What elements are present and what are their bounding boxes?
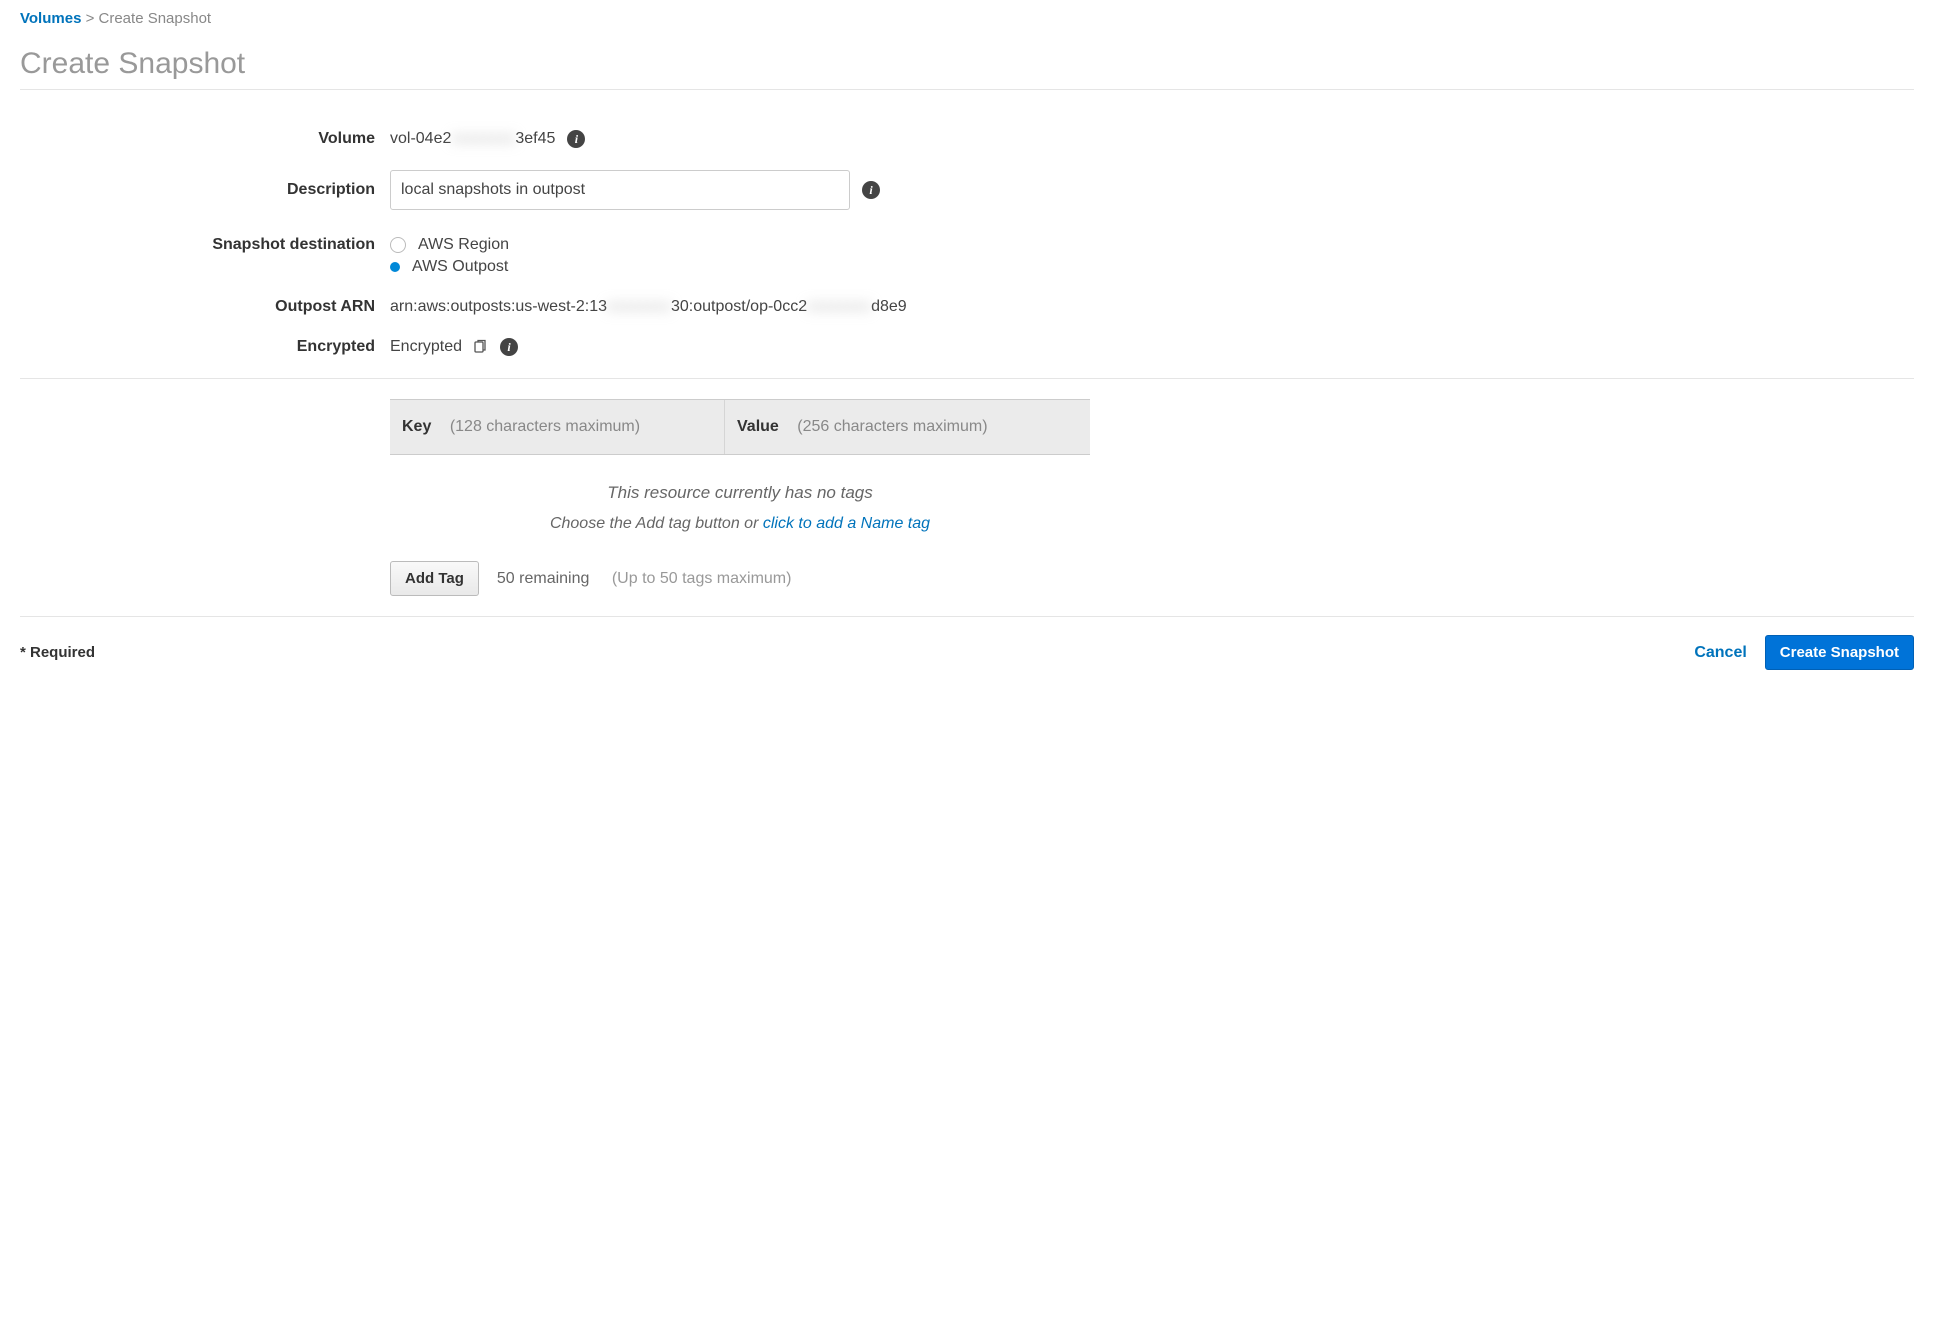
footer-actions: Cancel Create Snapshot	[1694, 635, 1914, 670]
label-volume: Volume	[20, 130, 390, 148]
tags-key-hint: (128 characters maximum)	[450, 418, 640, 435]
breadcrumb: Volumes > Create Snapshot	[20, 10, 1914, 27]
volume-id-prefix: vol-04e2	[390, 130, 451, 148]
radio-label-region: AWS Region	[418, 236, 509, 254]
radio-checked-icon	[390, 262, 400, 272]
create-snapshot-button[interactable]: Create Snapshot	[1765, 635, 1914, 670]
page-title: Create Snapshot	[20, 47, 1914, 90]
description-input[interactable]	[390, 170, 850, 210]
radio-unchecked-icon	[390, 237, 406, 253]
tags-prompt-prefix: Choose the Add tag button or	[550, 515, 763, 532]
add-tag-button[interactable]: Add Tag	[390, 561, 479, 596]
tags-area: Key (128 characters maximum) Value (256 …	[390, 399, 1090, 596]
outpost-arn-mid: 30:outpost/op-0cc2	[671, 298, 807, 316]
info-icon[interactable]: i	[500, 338, 518, 356]
label-outpost-arn: Outpost ARN	[20, 298, 390, 316]
outpost-arn-prefix: arn:aws:outposts:us-west-2:13	[390, 298, 607, 316]
outpost-arn-hidden-2: xxxxxxxx	[807, 298, 871, 316]
cancel-button[interactable]: Cancel	[1694, 644, 1746, 662]
volume-id-suffix: 3ef45	[515, 130, 555, 148]
row-description: Description i	[20, 170, 1914, 210]
info-icon[interactable]: i	[567, 130, 585, 148]
tags-value-label: Value	[737, 418, 779, 435]
row-snapshot-destination: Snapshot destination AWS Region AWS Outp…	[20, 232, 1914, 276]
tags-prompt: Choose the Add tag button or click to ad…	[390, 515, 1090, 533]
tags-key-column-header: Key (128 characters maximum)	[390, 400, 725, 454]
section-divider	[20, 378, 1914, 379]
radio-option-outpost[interactable]: AWS Outpost	[390, 258, 509, 276]
copy-icon[interactable]	[472, 339, 488, 355]
outpost-arn-suffix: d8e9	[871, 298, 907, 316]
row-outpost-arn: Outpost ARN arn:aws:outposts:us-west-2:1…	[20, 298, 1914, 316]
add-name-tag-link[interactable]: click to add a Name tag	[763, 515, 930, 532]
row-encrypted: Encrypted Encrypted i	[20, 338, 1914, 356]
tags-empty-message: This resource currently has no tags	[390, 483, 1090, 503]
outpost-arn-hidden-1: xxxxxxxx	[607, 298, 671, 316]
encrypted-value: Encrypted	[390, 338, 462, 356]
label-snapshot-destination: Snapshot destination	[20, 232, 390, 254]
tags-key-label: Key	[402, 418, 431, 435]
info-icon[interactable]: i	[862, 181, 880, 199]
tags-value-hint: (256 characters maximum)	[797, 418, 987, 435]
tags-header: Key (128 characters maximum) Value (256 …	[390, 399, 1090, 455]
radio-group-destination: AWS Region AWS Outpost	[390, 232, 509, 276]
label-description: Description	[20, 181, 390, 199]
footer: * Required Cancel Create Snapshot	[20, 616, 1914, 670]
tags-max-hint: (Up to 50 tags maximum)	[612, 570, 792, 587]
breadcrumb-separator: >	[86, 10, 95, 27]
radio-label-outpost: AWS Outpost	[412, 258, 508, 276]
tags-value-column-header: Value (256 characters maximum)	[725, 400, 1090, 454]
breadcrumb-parent-link[interactable]: Volumes	[20, 10, 81, 27]
label-encrypted: Encrypted	[20, 338, 390, 356]
row-volume: Volume vol-04e2xxxxxxxx3ef45 i	[20, 130, 1914, 148]
volume-id-hidden: xxxxxxxx	[451, 130, 515, 148]
breadcrumb-current: Create Snapshot	[99, 10, 212, 27]
tag-actions: Add Tag 50 remaining (Up to 50 tags maxi…	[390, 561, 1090, 596]
tags-remaining-hint: 50 remaining (Up to 50 tags maximum)	[497, 570, 792, 588]
tags-remaining: 50 remaining	[497, 570, 590, 587]
required-note: * Required	[20, 644, 95, 661]
radio-option-region[interactable]: AWS Region	[390, 236, 509, 254]
